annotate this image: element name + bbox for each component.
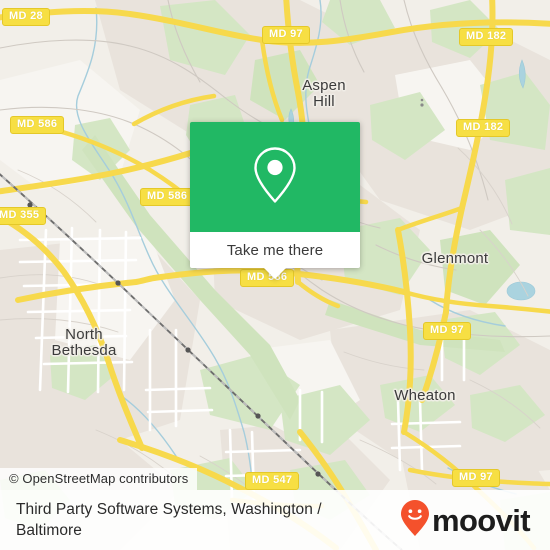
road-shield-md-97-top: MD 97 [262, 26, 310, 44]
road-shield-md-97-mid: MD 97 [423, 322, 471, 340]
take-me-there-button[interactable]: Take me there [190, 232, 360, 279]
screenshot-root: .land { fill:#f2efe9; } .urban { fill:#e… [0, 0, 550, 550]
road-shield-md-97-bot: MD 97 [452, 469, 500, 487]
moovit-logo[interactable]: moovit [400, 499, 531, 542]
road-shield-md-355: MD 355 [0, 207, 47, 225]
take-me-there-label: Take me there [226, 241, 324, 259]
moovit-wordmark: moovit [431, 502, 531, 538]
road-shield-md-586-nw: MD 586 [10, 116, 65, 134]
bottom-info-bar: Third Party Software Systems, Washington… [0, 490, 550, 550]
road-shield-md-182-mid: MD 182 [456, 119, 511, 137]
road-shield-md-586-mid: MD 586 [140, 188, 195, 206]
osm-attribution[interactable]: © OpenStreetMap contributors [0, 468, 198, 490]
location-callout[interactable]: Take me there [190, 122, 360, 279]
location-pin-icon [252, 145, 298, 210]
road-shield-md-182-top: MD 182 [459, 28, 514, 46]
callout-tail-triangle [264, 268, 286, 279]
road-shield-md-28: MD 28 [2, 8, 50, 26]
page-title: Third Party Software Systems, Washington… [16, 501, 322, 539]
callout-marker-panel [190, 122, 360, 232]
moovit-pin-icon [400, 499, 430, 542]
road-shield-md-547: MD 547 [245, 472, 300, 490]
